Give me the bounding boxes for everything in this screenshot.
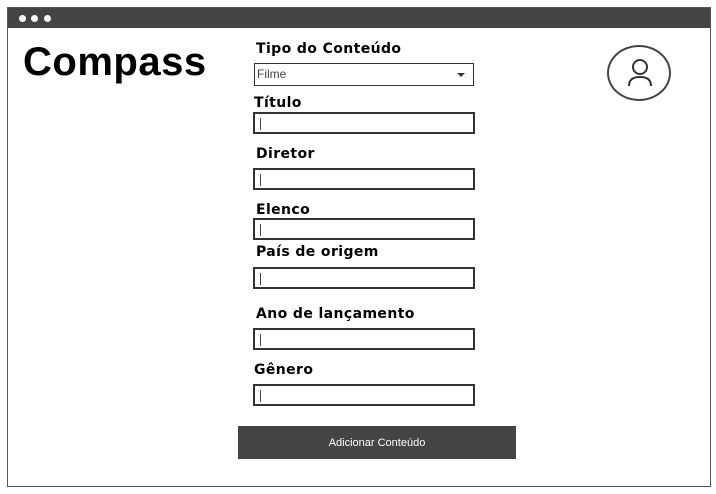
window-dot-icon: [19, 15, 26, 22]
director-input[interactable]: [253, 168, 475, 190]
content-type-label: Tipo do Conteúdo: [256, 41, 402, 57]
title-input[interactable]: [253, 112, 475, 134]
title-label: Título: [254, 95, 302, 111]
text-caret: [260, 174, 261, 186]
country-label: País de origem: [256, 244, 379, 260]
country-input[interactable]: [253, 267, 475, 289]
app-logo: Compass: [23, 40, 207, 84]
genre-label: Gênero: [254, 362, 314, 378]
window-dot-icon: [31, 15, 38, 22]
text-caret: [260, 390, 261, 402]
add-content-button[interactable]: Adicionar Conteúdo: [238, 426, 516, 459]
window-titlebar: [8, 8, 710, 28]
genre-input[interactable]: [253, 384, 475, 406]
release-year-input[interactable]: [253, 328, 475, 350]
content-type-value: Filme: [257, 67, 287, 81]
content-type-select[interactable]: Filme: [254, 63, 474, 86]
cast-input[interactable]: [253, 218, 475, 240]
window-dot-icon: [44, 15, 51, 22]
avatar[interactable]: [607, 45, 671, 101]
user-icon: [628, 59, 652, 87]
text-caret: [260, 273, 261, 285]
cast-label: Elenco: [256, 202, 311, 218]
chevron-down-icon: [457, 73, 465, 77]
text-caret: [260, 334, 261, 346]
text-caret: [260, 118, 261, 130]
text-caret: [260, 224, 261, 236]
release-year-label: Ano de lançamento: [256, 306, 415, 322]
director-label: Diretor: [256, 146, 315, 162]
browser-window: Compass Tipo do Conteúdo Filme Título Di…: [7, 7, 711, 487]
